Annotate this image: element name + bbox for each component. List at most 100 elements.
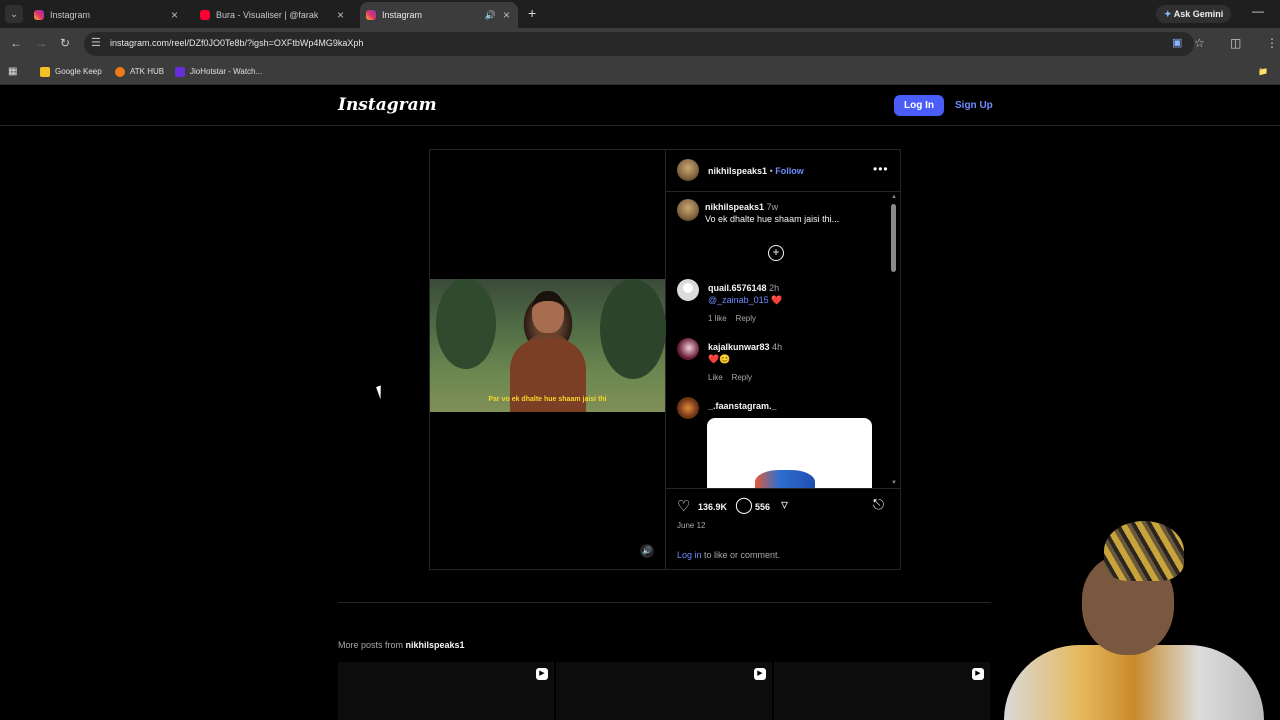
speaker-icon[interactable]: 🔊 xyxy=(485,2,496,28)
comment-meta: 1 like Reply xyxy=(708,314,756,323)
tab-youtube[interactable]: Bura - Visualiser | @farakmayb × xyxy=(194,2,352,28)
login-link[interactable]: Log in xyxy=(677,550,702,560)
post-author[interactable]: nikhilspeaks1 • Follow xyxy=(708,166,804,176)
avatar[interactable] xyxy=(677,199,699,221)
tab-instagram-active[interactable]: Instagram 🔊 × xyxy=(360,2,518,28)
bookmark-label: Google Keep xyxy=(55,67,102,76)
comment-header: quail.6576148 2h xyxy=(708,283,779,293)
tab-title: Instagram xyxy=(50,10,91,20)
login-prompt-text: to like or comment. xyxy=(701,550,781,560)
atk-hub-icon xyxy=(115,66,125,77)
extensions-icon[interactable]: ◫ xyxy=(1230,36,1241,50)
bookmark-star-icon[interactable]: ☆ xyxy=(1194,36,1205,50)
follow-button[interactable]: Follow xyxy=(775,166,804,176)
comment-mention[interactable]: @_zainab_015 xyxy=(708,295,769,305)
separator-dot: • xyxy=(769,166,773,176)
webcam-avatar-overlay xyxy=(1004,515,1264,720)
new-tab-button[interactable]: + xyxy=(528,5,536,21)
save-icon[interactable]: ⎋ xyxy=(873,496,884,513)
browser-toolbar: ← → ↻ ☰ instagram.com/reel/DZf0JO0Te8b/?… xyxy=(0,28,1280,60)
more-posts-username[interactable]: nikhilspeaks1 xyxy=(406,640,465,650)
close-icon[interactable]: × xyxy=(171,2,178,28)
bookmark-label: JioHotstar - Watch... xyxy=(190,67,263,76)
comment-username[interactable]: kajalkunwar83 xyxy=(708,342,770,352)
close-icon[interactable]: × xyxy=(503,2,510,28)
bookmarks-bar: ▦ Google Keep ATK HUB JioHotstar - Watch… xyxy=(0,60,1280,85)
comment-username[interactable]: _.faanstagram._ xyxy=(708,401,777,411)
section-divider xyxy=(338,602,991,603)
comment-time: 2h xyxy=(769,283,780,293)
tab-instagram-1[interactable]: Instagram × xyxy=(28,2,186,28)
signup-button[interactable]: Sign Up xyxy=(955,100,993,111)
more-options-icon[interactable]: ••• xyxy=(873,162,889,176)
scroll-down-icon[interactable]: ▼ xyxy=(891,480,897,486)
avatar[interactable] xyxy=(677,338,699,360)
translate-icon[interactable]: ▣ xyxy=(1172,36,1182,49)
back-icon[interactable]: ← xyxy=(10,36,22,50)
comment-time: 4h xyxy=(772,342,783,352)
volume-icon[interactable]: 🔊 xyxy=(640,544,654,558)
caption-username[interactable]: nikhilspeaks1 xyxy=(705,202,764,212)
ask-gemini-label: Ask Gemini xyxy=(1173,9,1224,19)
more-posts-label: More posts from xyxy=(338,640,406,650)
reel-icon: ▶ xyxy=(754,668,766,680)
reply-button[interactable]: Reply xyxy=(736,314,756,323)
browser-tab-bar: ⌄ Instagram × Bura - Visualiser | @farak… xyxy=(0,0,1280,28)
keep-icon xyxy=(40,66,50,77)
post-thumbnail[interactable]: ▶ xyxy=(338,662,554,720)
reel-icon: ▶ xyxy=(536,668,548,680)
scroll-up-icon[interactable]: ▲ xyxy=(891,194,897,200)
post-thumbnail[interactable]: ▶ xyxy=(774,662,990,720)
address-bar[interactable]: ☰ instagram.com/reel/DZf0JO0Te8b/?igsh=O… xyxy=(84,32,1194,56)
tab-title: Bura - Visualiser | @farakmayb xyxy=(216,10,318,20)
post-side-panel: nikhilspeaks1 • Follow ••• nikhilspeaks1… xyxy=(666,150,900,569)
bookmark-atk-hub[interactable]: ATK HUB xyxy=(115,65,164,79)
avatar[interactable] xyxy=(677,397,699,419)
comment-icon[interactable]: ◯ xyxy=(735,495,753,515)
folder-icon[interactable]: 📁 xyxy=(1258,65,1268,79)
login-prompt: Log in to like or comment. xyxy=(677,550,780,560)
like-count[interactable]: 136.9K xyxy=(698,502,727,512)
url-text[interactable]: instagram.com/reel/DZf0JO0Te8b/?igsh=OXF… xyxy=(110,38,363,48)
video-subtitle: Par vo ek dhalte hue shaam jaisi thi xyxy=(488,396,607,403)
comment-meta: Like Reply xyxy=(708,373,752,382)
avatar[interactable] xyxy=(677,159,699,181)
comment-text: @_zainab_015 ❤️ xyxy=(708,295,782,306)
add-circle-icon[interactable]: + xyxy=(768,245,784,261)
scrollbar-thumb[interactable] xyxy=(891,204,896,272)
comment-emoji: ❤️ xyxy=(771,295,783,305)
instagram-logo[interactable]: Instagram xyxy=(338,95,437,115)
author-username[interactable]: nikhilspeaks1 xyxy=(708,166,767,176)
comment-username[interactable]: quail.6576148 xyxy=(708,283,767,293)
caption-header: nikhilspeaks1 7w xyxy=(705,202,778,212)
more-posts-heading: More posts from nikhilspeaks1 xyxy=(338,640,465,650)
comment-count: 556 xyxy=(755,502,771,512)
reel-icon: ▶ xyxy=(972,668,984,680)
post-thumbnail[interactable]: ▶ xyxy=(556,662,772,720)
reload-icon[interactable]: ↻ xyxy=(60,36,70,50)
tab-search-button[interactable]: ⌄ xyxy=(5,5,23,23)
comment-likes[interactable]: 1 like xyxy=(708,314,727,323)
reply-button[interactable]: Reply xyxy=(732,373,752,382)
like-comment-button[interactable]: Like xyxy=(708,373,723,382)
ig-header: Instagram Log In Sign Up xyxy=(0,85,1280,126)
forward-icon[interactable]: → xyxy=(35,36,47,50)
site-info-icon[interactable]: ☰ xyxy=(91,36,101,49)
menu-icon[interactable]: ⋮ xyxy=(1266,36,1278,50)
reel-video[interactable]: Par vo ek dhalte hue shaam jaisi thi 🔊 xyxy=(430,150,666,569)
comments-list[interactable]: nikhilspeaks1 7w Vo ek dhalte hue shaam … xyxy=(666,192,900,488)
apps-icon[interactable]: ▦ xyxy=(8,65,17,79)
minimize-icon[interactable]: — xyxy=(1252,4,1264,18)
gemini-icon: ✦ xyxy=(1164,9,1172,19)
comment-emoji: ❤️😊 xyxy=(708,354,731,364)
comment-image[interactable] xyxy=(707,418,872,488)
share-icon[interactable]: ▿ xyxy=(781,496,788,513)
ask-gemini-button[interactable]: ✦ Ask Gemini xyxy=(1156,5,1232,23)
comments-scrollbar[interactable]: ▲ ▼ xyxy=(891,194,897,486)
bookmark-google-keep[interactable]: Google Keep xyxy=(40,65,102,79)
login-button[interactable]: Log In xyxy=(894,95,944,116)
bookmark-jiohotstar[interactable]: JioHotstar - Watch... xyxy=(175,65,262,79)
close-icon[interactable]: × xyxy=(337,2,344,28)
heart-icon[interactable]: ♡ xyxy=(677,497,690,515)
avatar[interactable] xyxy=(677,279,699,301)
